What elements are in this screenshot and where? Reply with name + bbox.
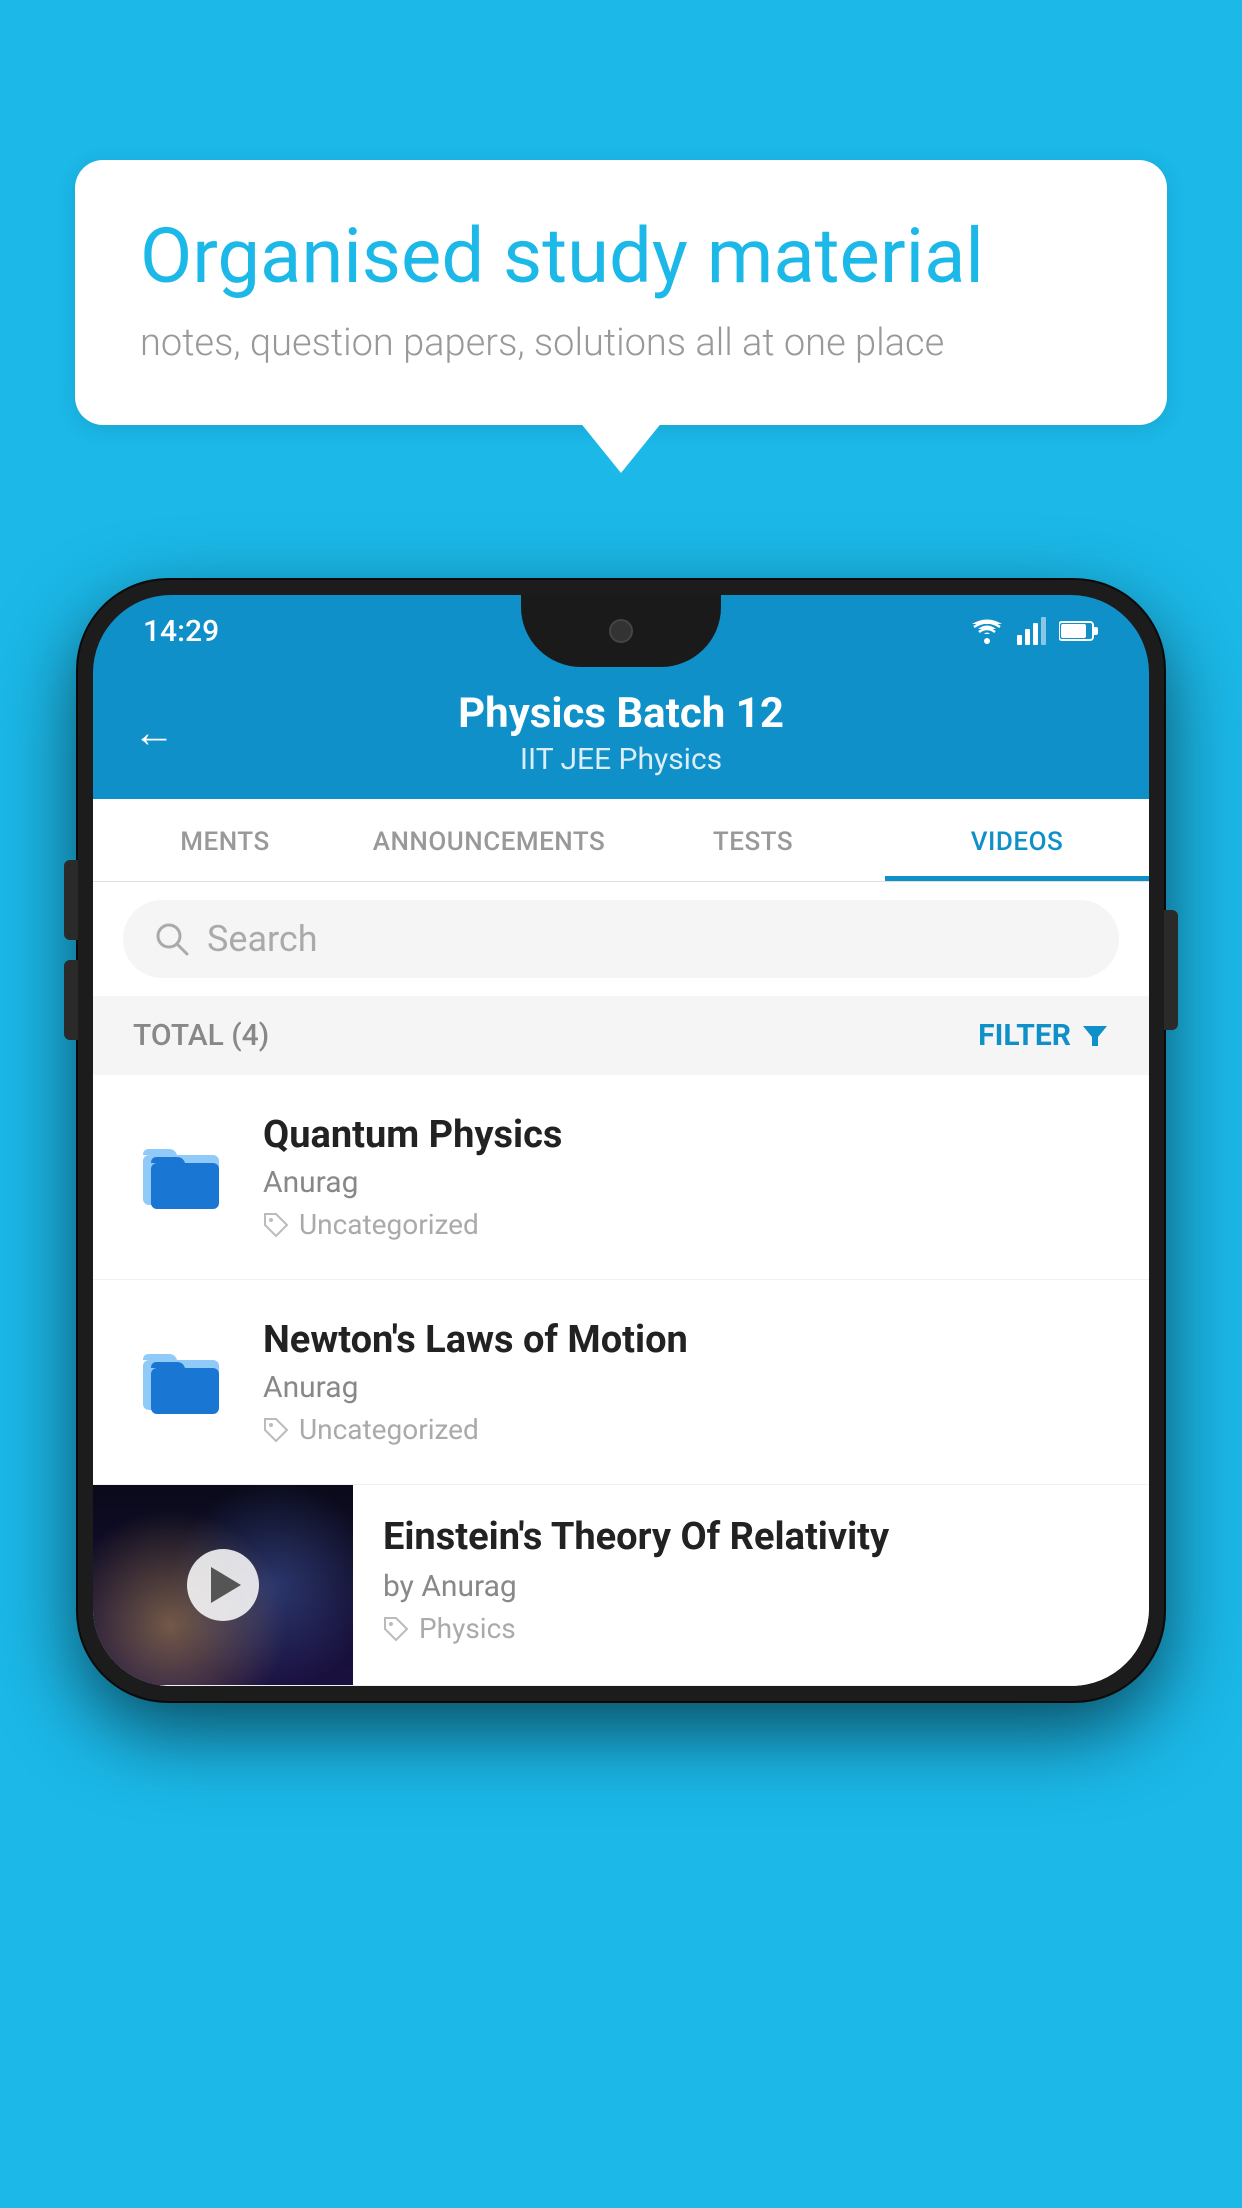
phone-container: 14:29 — [78, 580, 1164, 2208]
item-tag: Uncategorized — [263, 1208, 1109, 1241]
tab-tests[interactable]: TESTS — [621, 799, 885, 881]
search-input-wrapper[interactable]: Search — [123, 900, 1119, 978]
item-content: Quantum Physics Anurag Uncategorized — [263, 1113, 1109, 1241]
search-container: Search — [93, 882, 1149, 996]
video-thumbnail — [93, 1485, 353, 1685]
tag-icon — [263, 1417, 289, 1443]
video-author: by Anurag — [383, 1569, 1119, 1604]
phone-screen: 14:29 — [93, 595, 1149, 1686]
item-author: Anurag — [263, 1165, 1109, 1200]
list-item[interactable]: Newton's Laws of Motion Anurag Uncategor… — [93, 1280, 1149, 1485]
filter-funnel-icon — [1081, 1022, 1109, 1050]
tab-videos[interactable]: VIDEOS — [885, 799, 1149, 881]
tag-icon — [383, 1616, 409, 1642]
total-count: TOTAL (4) — [133, 1018, 269, 1053]
tag-icon — [263, 1212, 289, 1238]
battery-icon — [1059, 620, 1099, 642]
back-button[interactable]: ← — [133, 709, 175, 758]
search-icon — [153, 920, 191, 958]
search-placeholder: Search — [207, 918, 318, 960]
item-title: Quantum Physics — [263, 1113, 1109, 1157]
tab-announcements[interactable]: ANNOUNCEMENTS — [357, 799, 621, 881]
video-title: Einstein's Theory Of Relativity — [383, 1515, 1119, 1559]
filter-button[interactable]: FILTER — [978, 1018, 1109, 1053]
folder-icon — [133, 1326, 233, 1426]
video-list-item[interactable]: Einstein's Theory Of Relativity by Anura… — [93, 1485, 1149, 1686]
power-button — [1164, 910, 1178, 1030]
app-title: Physics Batch 12 — [458, 689, 784, 738]
video-content: Einstein's Theory Of Relativity by Anura… — [353, 1485, 1149, 1675]
app-subtitle: IIT JEE Physics — [520, 742, 722, 777]
status-time: 14:29 — [143, 614, 219, 649]
item-title: Newton's Laws of Motion — [263, 1318, 1109, 1362]
video-tag: Physics — [383, 1612, 1119, 1645]
status-bar: 14:29 — [93, 595, 1149, 667]
front-camera — [609, 619, 633, 643]
play-triangle-icon — [211, 1567, 241, 1603]
folder-icon — [133, 1121, 233, 1221]
play-button[interactable] — [187, 1549, 259, 1621]
speech-bubble: Organised study material notes, question… — [75, 160, 1167, 425]
item-author: Anurag — [263, 1370, 1109, 1405]
speech-bubble-subtitle: notes, question papers, solutions all at… — [140, 321, 1102, 365]
speech-bubble-title: Organised study material — [140, 215, 1102, 299]
list-item[interactable]: Quantum Physics Anurag Uncategorized — [93, 1075, 1149, 1280]
signal-icon — [1017, 617, 1047, 645]
volume-up-button — [64, 860, 78, 940]
wifi-icon — [969, 617, 1005, 645]
phone-frame: 14:29 — [78, 580, 1164, 1701]
content-list: Quantum Physics Anurag Uncategorized — [93, 1075, 1149, 1686]
phone-notch — [521, 595, 721, 667]
app-header: ← Physics Batch 12 IIT JEE Physics — [93, 667, 1149, 799]
filter-bar: TOTAL (4) FILTER — [93, 996, 1149, 1075]
status-icons — [969, 617, 1099, 645]
item-tag: Uncategorized — [263, 1413, 1109, 1446]
tab-ments[interactable]: MENTS — [93, 799, 357, 881]
volume-down-button — [64, 960, 78, 1040]
tab-bar: MENTS ANNOUNCEMENTS TESTS VIDEOS — [93, 799, 1149, 882]
item-content: Newton's Laws of Motion Anurag Uncategor… — [263, 1318, 1109, 1446]
